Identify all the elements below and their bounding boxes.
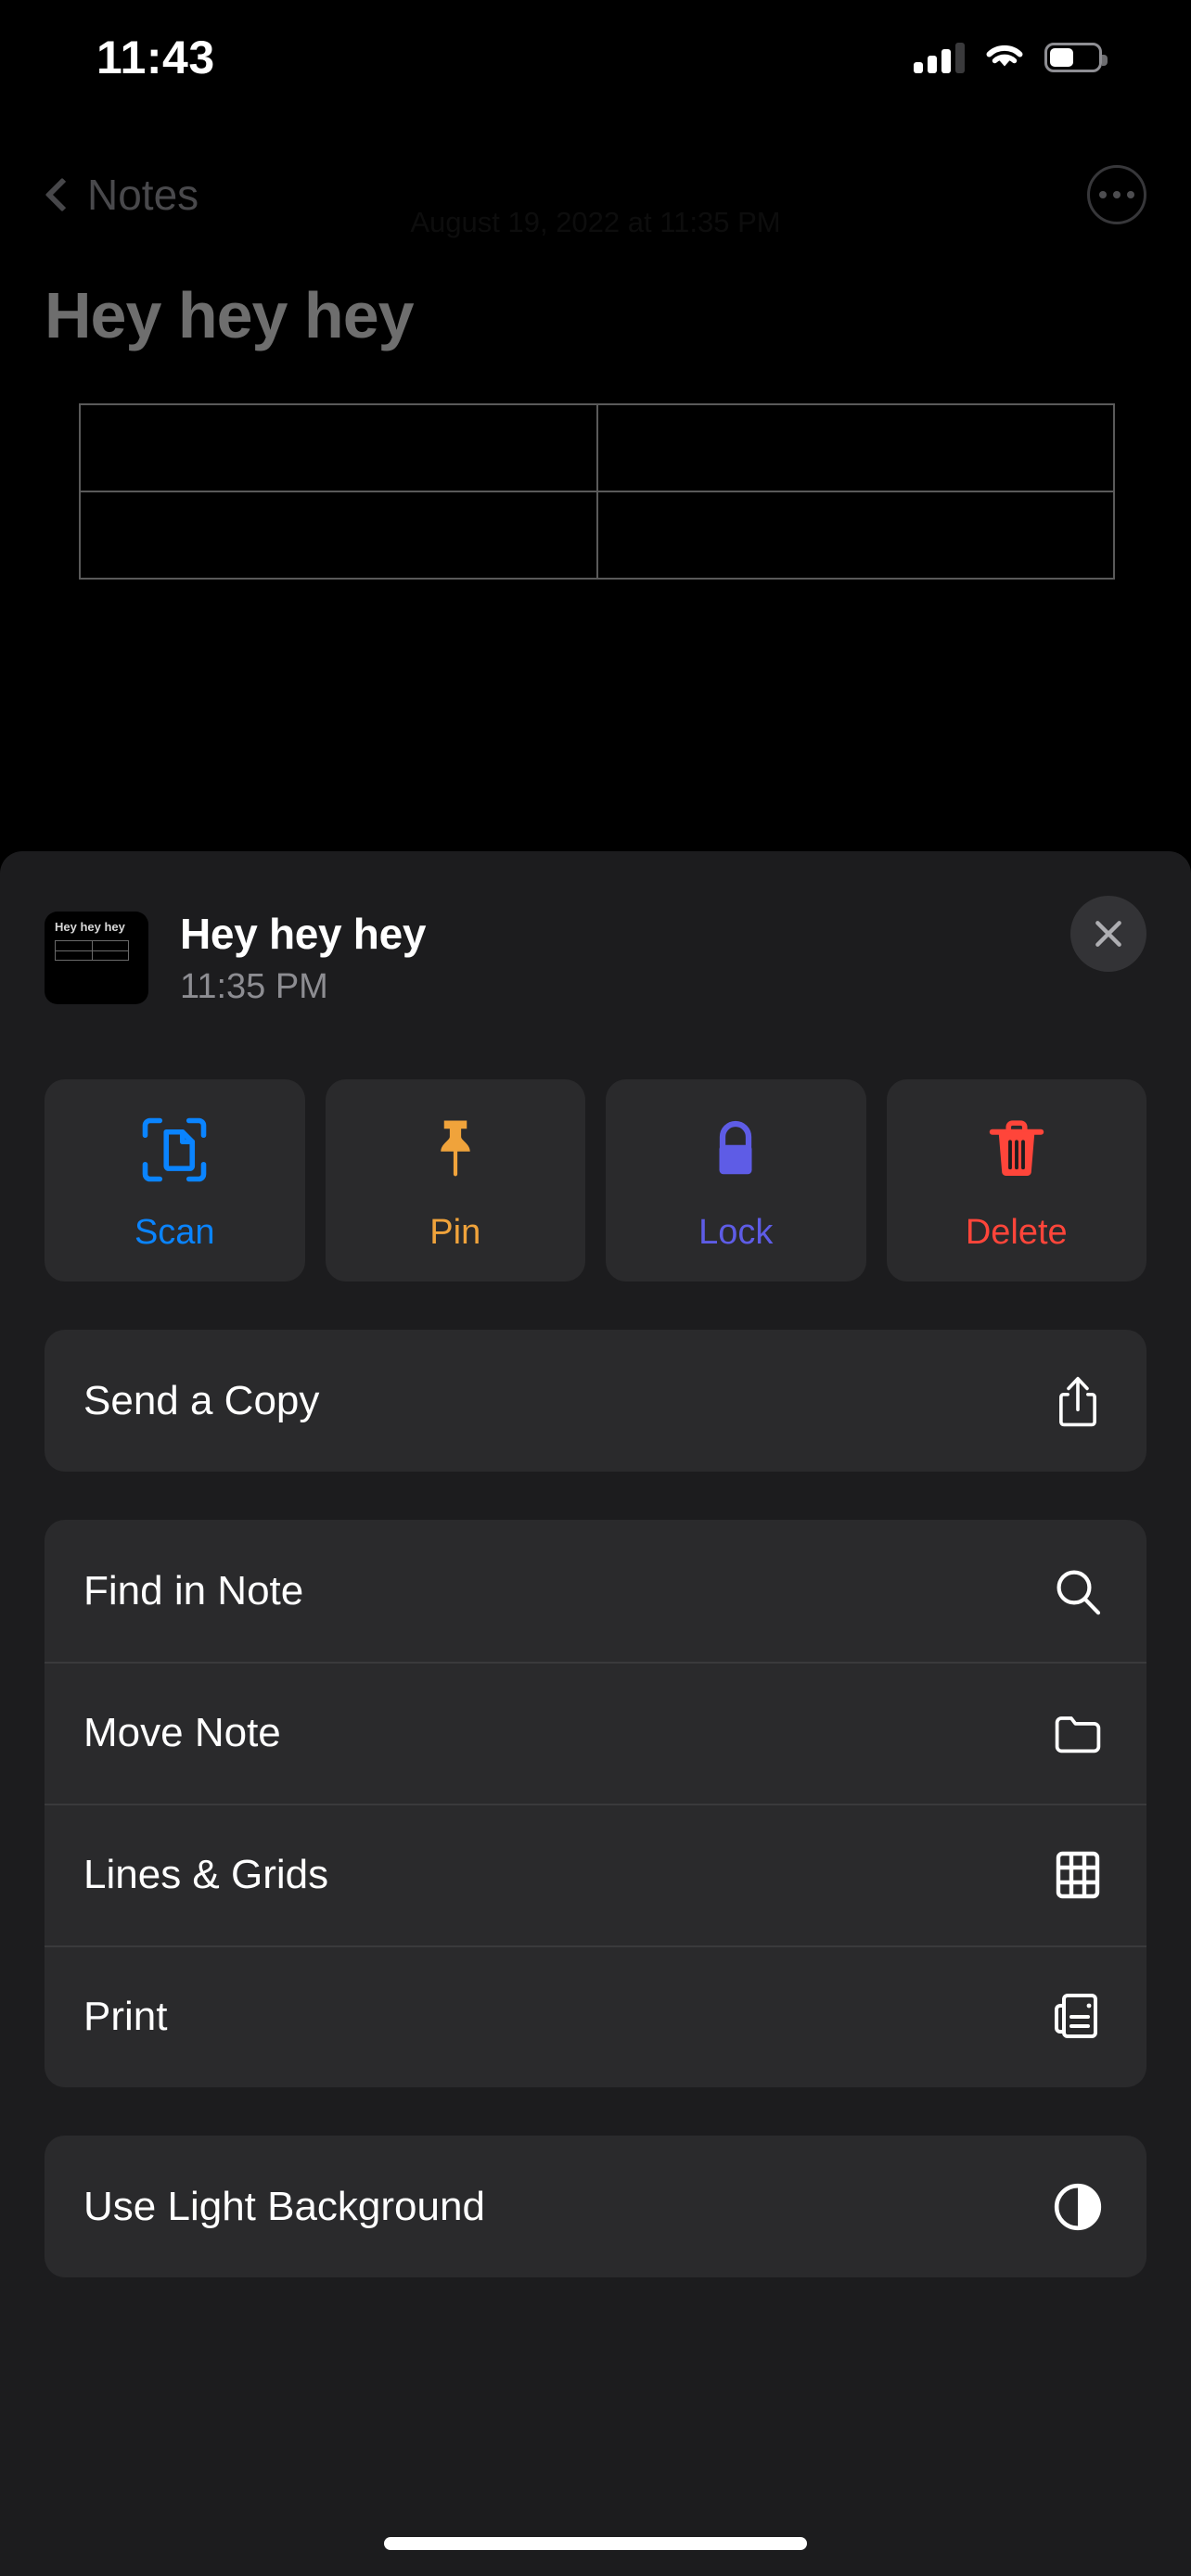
lock-icon: [697, 1109, 775, 1191]
table-cell[interactable]: [597, 405, 1115, 492]
move-note-row[interactable]: Move Note: [45, 1662, 1146, 1804]
delete-button-label: Delete: [965, 1212, 1068, 1252]
contrast-circle-icon: [1048, 2182, 1108, 2232]
delete-button[interactable]: Delete: [886, 1079, 1146, 1282]
scan-button[interactable]: Scan: [45, 1079, 305, 1282]
action-sheet-title: Hey hey hey: [180, 910, 427, 958]
status-bar: 11:43: [0, 0, 1191, 102]
scan-button-label: Scan: [134, 1212, 215, 1252]
use-light-background-label: Use Light Background: [83, 2183, 485, 2229]
move-note-label: Move Note: [83, 1709, 281, 1755]
pin-icon: [416, 1109, 494, 1191]
close-button[interactable]: [1070, 896, 1146, 972]
note-thumbnail-title: Hey hey hey: [55, 920, 125, 934]
grid-icon: [1048, 1849, 1108, 1901]
use-light-background-row[interactable]: Use Light Background: [45, 2136, 1146, 2277]
share-icon: [1048, 1374, 1108, 1428]
battery-icon: [1044, 43, 1108, 72]
table-cell[interactable]: [81, 405, 598, 492]
share-group: Send a Copy: [45, 1330, 1146, 1472]
action-sheet-header: Hey hey hey Hey hey hey 11:35 PM: [0, 851, 1191, 1007]
find-in-note-row[interactable]: Find in Note: [45, 1520, 1146, 1662]
appearance-group: Use Light Background: [45, 2136, 1146, 2277]
action-sheet-title-block: Hey hey hey 11:35 PM: [180, 909, 426, 1007]
scan-document-icon: [135, 1109, 213, 1191]
pin-button[interactable]: Pin: [325, 1079, 585, 1282]
action-sheet: Hey hey hey Hey hey hey 11:35 PM Scan Pi…: [0, 851, 1191, 2576]
note-table[interactable]: [79, 403, 1115, 580]
phone-screen: 11:43 Notes August 19, 2022 at 11:35 PM …: [0, 0, 1191, 2576]
home-indicator: [384, 2537, 807, 2550]
cellular-signal-icon: [914, 42, 965, 73]
table-cell[interactable]: [81, 492, 598, 580]
print-label: Print: [83, 1993, 168, 2039]
trash-icon: [978, 1109, 1056, 1191]
close-icon: [1095, 921, 1121, 947]
action-sheet-subtitle: 11:35 PM: [180, 967, 328, 1006]
pin-button-label: Pin: [429, 1212, 481, 1252]
ellipsis-dot: [1099, 191, 1107, 198]
find-in-note-label: Find in Note: [83, 1567, 304, 1613]
table-cell[interactable]: [597, 492, 1115, 580]
lines-and-grids-row[interactable]: Lines & Grids: [45, 1804, 1146, 1945]
printer-icon: [1048, 1991, 1108, 2043]
ellipsis-dot: [1127, 191, 1134, 198]
folder-icon: [1048, 1710, 1108, 1756]
search-icon: [1048, 1565, 1108, 1617]
note-thumbnail-table: [55, 940, 129, 962]
lock-button[interactable]: Lock: [606, 1079, 866, 1282]
wifi-icon: [986, 45, 1023, 67]
quick-actions-row: Scan Pin Lock Delete: [0, 1007, 1191, 1282]
note-title: Hey hey hey: [45, 279, 415, 351]
ellipsis-dot: [1113, 191, 1121, 198]
note-date: August 19, 2022 at 11:35 PM: [410, 206, 781, 238]
print-row[interactable]: Print: [45, 1945, 1146, 2087]
status-bar-time: 11:43: [96, 32, 215, 83]
send-a-copy-label: Send a Copy: [83, 1377, 320, 1423]
note-tools-group: Find in Note Move Note Lines & Grids Pri…: [45, 1520, 1146, 2087]
status-bar-indicators: [914, 42, 1108, 73]
lines-and-grids-label: Lines & Grids: [83, 1851, 329, 1897]
send-a-copy-row[interactable]: Send a Copy: [45, 1330, 1146, 1472]
lock-button-label: Lock: [698, 1212, 774, 1252]
note-thumbnail: Hey hey hey: [45, 912, 148, 1004]
